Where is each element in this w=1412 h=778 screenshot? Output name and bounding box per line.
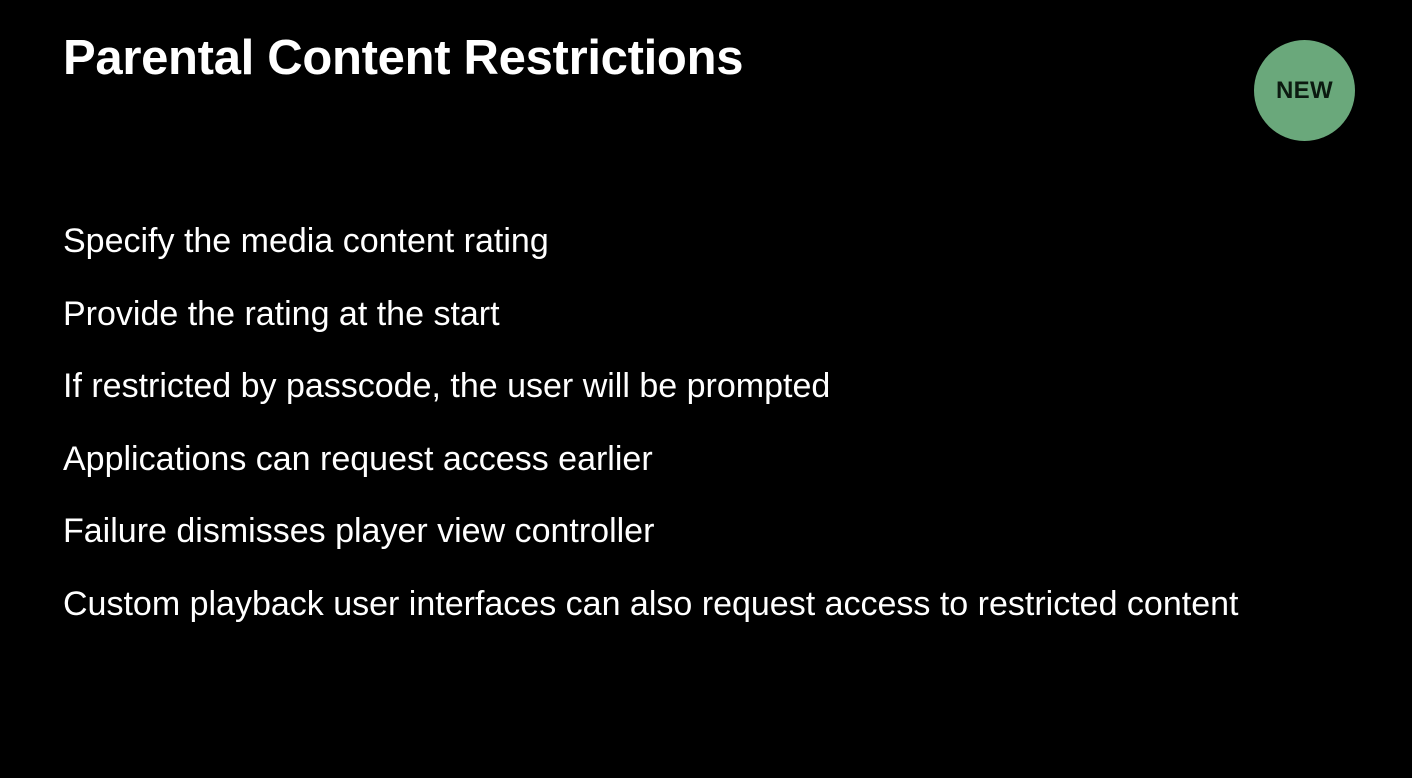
bullet-item: Applications can request access earlier — [63, 439, 653, 478]
presentation-slide: Parental Content Restrictions NEW Specif… — [0, 0, 1412, 778]
bullet-item: Provide the rating at the start — [63, 294, 500, 333]
slide-title: Parental Content Restrictions — [63, 31, 744, 85]
bullet-item: Custom playback user interfaces can also… — [63, 584, 1239, 623]
bullet-item: Specify the media content rating — [63, 222, 549, 260]
bullet-list: Specify the media content rating Provide… — [63, 220, 1238, 656]
new-badge: NEW — [1254, 40, 1355, 141]
bullet-item: Failure dismisses player view controller — [63, 512, 655, 551]
new-badge-label: NEW — [1276, 76, 1333, 104]
bullet-item: If restricted by passcode, the user will… — [63, 367, 831, 406]
